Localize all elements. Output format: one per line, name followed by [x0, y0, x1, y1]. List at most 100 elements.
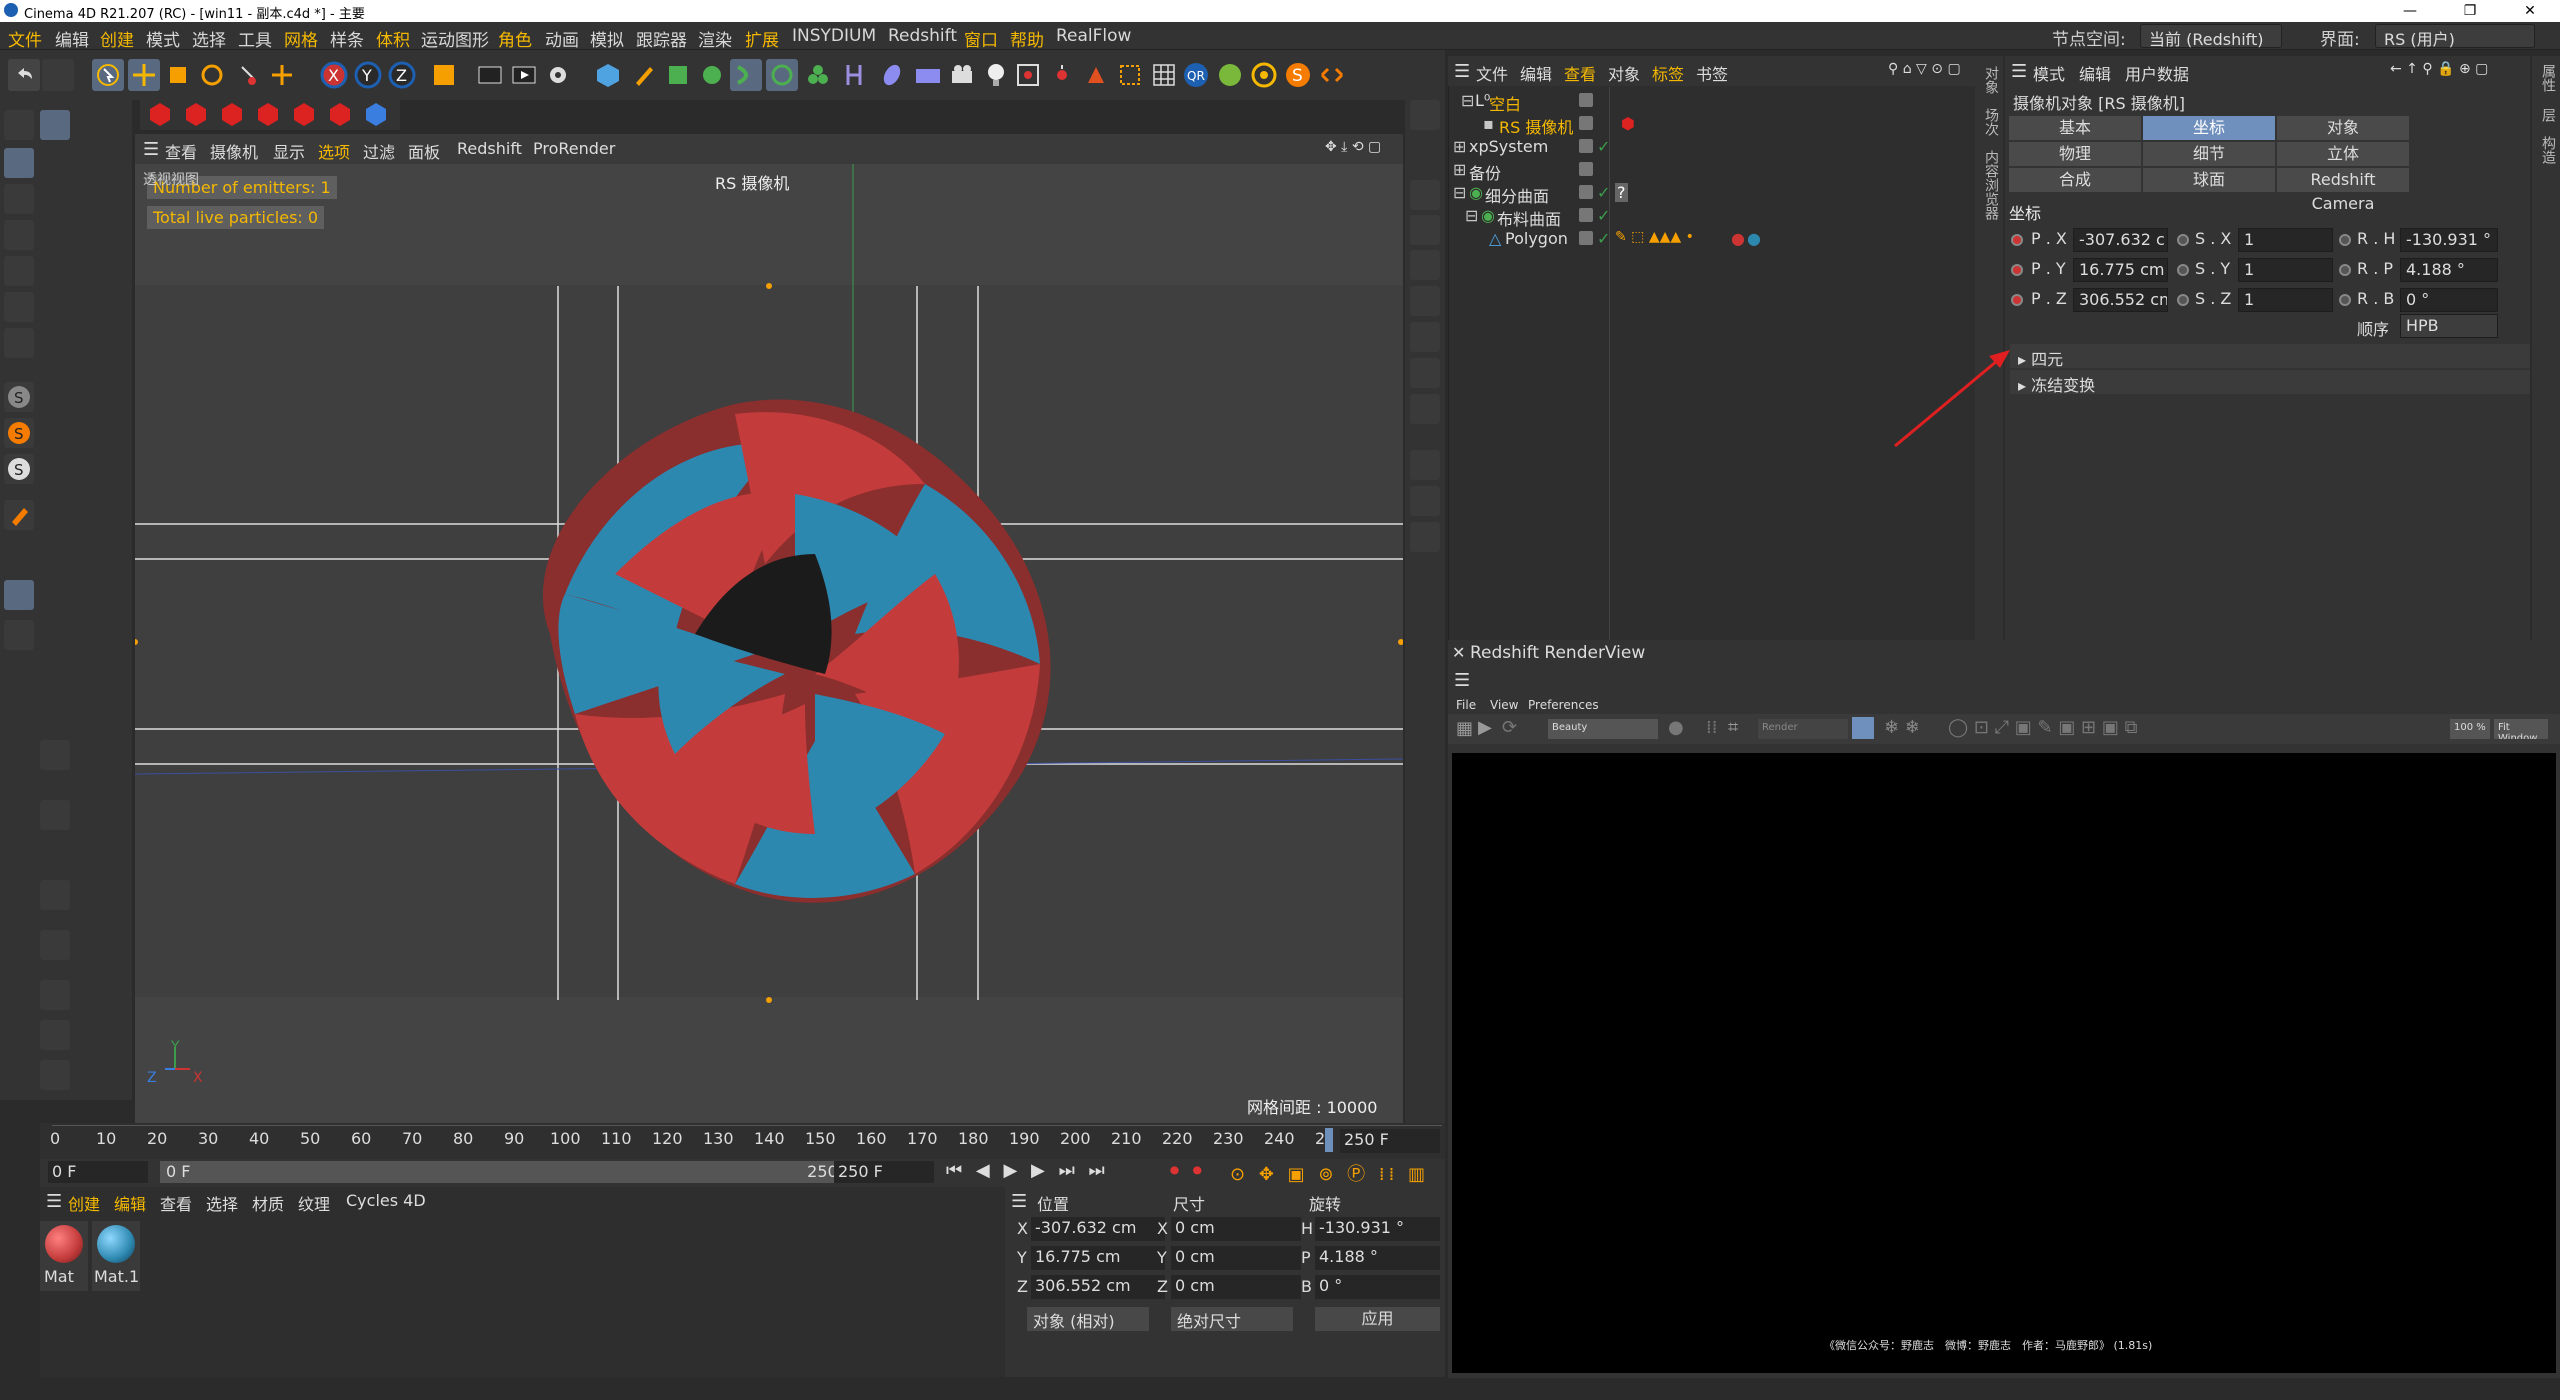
rot-b-field[interactable]: 0 ° — [1315, 1275, 1440, 1299]
object-row-null[interactable]: ⊟ L⁰ 空白 — [1449, 89, 2004, 114]
key-buttons[interactable]: ⊙ ✥ ▣ ⊚ Ⓟ ⁞⁞ ▥ — [1230, 1160, 1429, 1186]
sy-field[interactable]: 1 — [2238, 258, 2333, 282]
pz-field[interactable]: 306.552 cn — [2073, 288, 2168, 312]
viewport-menu-display[interactable]: 显示 — [273, 139, 305, 163]
live-selection-icon[interactable] — [232, 59, 264, 91]
menu-icon[interactable]: ☰ — [2011, 61, 2027, 82]
tag-icons[interactable]: ✎ ⬚ ▲▲▲ • — [1615, 229, 1694, 245]
menu-spline[interactable]: 样条 — [330, 26, 364, 51]
object-row-backup[interactable]: ⊞ 备份 — [1449, 158, 2004, 183]
quaternion-section[interactable]: ▸ 四元 — [2010, 344, 2530, 369]
max-frame-field[interactable]: 250 F — [834, 1161, 934, 1183]
timeline[interactable]: 0 10 20 30 40 50 60 70 80 90 100 110 120… — [40, 1123, 1445, 1159]
mm-menu-edit[interactable]: 编辑 — [114, 1191, 146, 1215]
points-mode-icon[interactable] — [4, 220, 34, 250]
close-icon[interactable]: ✕ — [1452, 643, 1465, 662]
magnet-icon[interactable] — [4, 500, 34, 530]
menu-icon[interactable]: ☰ — [1454, 61, 1470, 82]
menu-edit[interactable]: 编辑 — [55, 26, 89, 51]
menu-window[interactable]: 窗口 — [964, 26, 998, 51]
mm-menu-cycles[interactable]: Cycles 4D — [346, 1191, 426, 1210]
tab-redshift-camera[interactable]: Redshift Camera — [2277, 168, 2409, 213]
menu-icon[interactable]: ☰ — [1454, 670, 1470, 691]
tab-construction[interactable]: 构造 — [2538, 136, 2558, 164]
rb-field[interactable]: 0 ° — [2400, 288, 2498, 312]
pos-y-field[interactable]: 16.775 cm — [1031, 1246, 1165, 1270]
menu-create[interactable]: 创建 — [100, 26, 134, 51]
rh-field[interactable]: -130.931 ° — [2400, 228, 2498, 252]
snap-icon[interactable]: S — [4, 382, 34, 412]
expand-icon[interactable] — [1316, 59, 1348, 91]
grid-icon[interactable]: ⁞⁞ — [1706, 717, 1717, 738]
texture-mode-icon[interactable] — [40, 110, 70, 140]
texture-axis-icon[interactable] — [4, 184, 34, 214]
tab-coordinates[interactable]: 坐标 — [2143, 116, 2275, 140]
om-menu-objects[interactable]: 对象 — [1608, 61, 1640, 85]
camera-icon[interactable] — [946, 59, 978, 91]
fit-select[interactable]: Fit Window — [2494, 719, 2548, 739]
rv-menu-file[interactable]: File — [1456, 698, 1476, 712]
tab-composition[interactable]: 合成 — [2009, 168, 2141, 192]
menu-insydium[interactable]: INSYDIUM — [792, 26, 876, 46]
strip-tool-icon[interactable] — [1410, 100, 1440, 130]
size-z-field[interactable]: 0 cm — [1171, 1275, 1301, 1299]
poly-tool-blue-icon[interactable] — [360, 98, 392, 130]
expand-icon[interactable]: ⊟ — [1465, 206, 1478, 225]
rs-area-light-icon[interactable] — [1114, 59, 1146, 91]
edges-mode-icon[interactable] — [4, 256, 34, 286]
render-settings-icon[interactable] — [542, 59, 574, 91]
viewport[interactable]: Number of emitters: 1 Total live particl… — [135, 134, 1403, 1124]
om-menu-edit[interactable]: 编辑 — [1520, 61, 1552, 85]
strip-tool-icon[interactable] — [1410, 394, 1440, 424]
render-mode-select[interactable]: Render — [1758, 719, 1848, 739]
cube-icon[interactable] — [592, 59, 624, 91]
move-tool-icon[interactable] — [128, 59, 160, 91]
menu-help[interactable]: 帮助 — [1010, 26, 1044, 51]
tab-content-browser[interactable]: 内容浏览器 — [1981, 150, 2001, 220]
menu-render[interactable]: 渲染 — [698, 26, 732, 51]
tab-physical[interactable]: 物理 — [2009, 142, 2141, 166]
snap-settings-icon[interactable]: S — [4, 418, 34, 448]
lasso-icon[interactable] — [40, 1060, 70, 1090]
am-menu-edit[interactable]: 编辑 — [2079, 61, 2111, 85]
rotate-tool-icon[interactable] — [196, 59, 228, 91]
om-menu-tags[interactable]: 标签 — [1652, 61, 1684, 85]
tab-spherical[interactable]: 球面 — [2143, 168, 2275, 192]
freeze-transform-section[interactable]: ▸ 冻结变换 — [2010, 370, 2530, 395]
poly-tool-icon[interactable] — [252, 98, 284, 130]
target-icon[interactable] — [1248, 59, 1280, 91]
visibility-toggle[interactable] — [1579, 139, 1593, 153]
strip-tool-icon[interactable] — [1410, 286, 1440, 316]
subdivision-icon[interactable] — [662, 59, 694, 91]
poly-tool-icon[interactable] — [180, 98, 212, 130]
refresh-icon[interactable]: ⟳ — [1502, 717, 1517, 738]
keyframe-dot[interactable] — [2177, 264, 2189, 276]
model-mode-icon[interactable] — [4, 148, 34, 178]
size-mode-select[interactable]: 绝对尺寸 — [1171, 1307, 1293, 1331]
scene-icon[interactable] — [838, 59, 870, 91]
expand-icon[interactable]: ⊞ — [1453, 160, 1466, 179]
poly-tool-icon[interactable] — [144, 98, 176, 130]
keyframe-dot[interactable] — [2177, 234, 2189, 246]
strip-tool-icon[interactable] — [1410, 180, 1440, 210]
object-name[interactable]: Polygon — [1505, 229, 1568, 248]
start-render-icon[interactable]: ▶ — [1478, 717, 1492, 738]
workplane-icon[interactable] — [4, 580, 34, 610]
render-region-icon[interactable] — [474, 59, 506, 91]
menu-tools[interactable]: 工具 — [238, 26, 272, 51]
object-row-subdivision[interactable]: ⊟ ◉ 细分曲面 ✓ ? — [1449, 181, 2004, 206]
apply-button[interactable]: 应用 — [1315, 1307, 1440, 1331]
strip-tool-icon[interactable] — [1410, 522, 1440, 552]
checker-icon[interactable] — [40, 930, 70, 960]
mm-menu-view[interactable]: 查看 — [160, 1191, 192, 1215]
menu-realflow[interactable]: RealFlow — [1056, 26, 1131, 46]
menu-animate[interactable]: 动画 — [545, 26, 579, 51]
node-space-select[interactable]: 当前 (Redshift) — [2140, 24, 2282, 49]
question-tag-icon[interactable]: ? — [1615, 183, 1628, 202]
menu-simulate[interactable]: 模拟 — [590, 26, 624, 51]
current-frame-field[interactable]: 0 F — [48, 1161, 148, 1183]
visibility-toggle[interactable] — [1579, 93, 1593, 107]
menu-select[interactable]: 选择 — [192, 26, 226, 51]
poly-tool-icon[interactable] — [324, 98, 356, 130]
strip-tool-icon[interactable] — [1410, 250, 1440, 280]
